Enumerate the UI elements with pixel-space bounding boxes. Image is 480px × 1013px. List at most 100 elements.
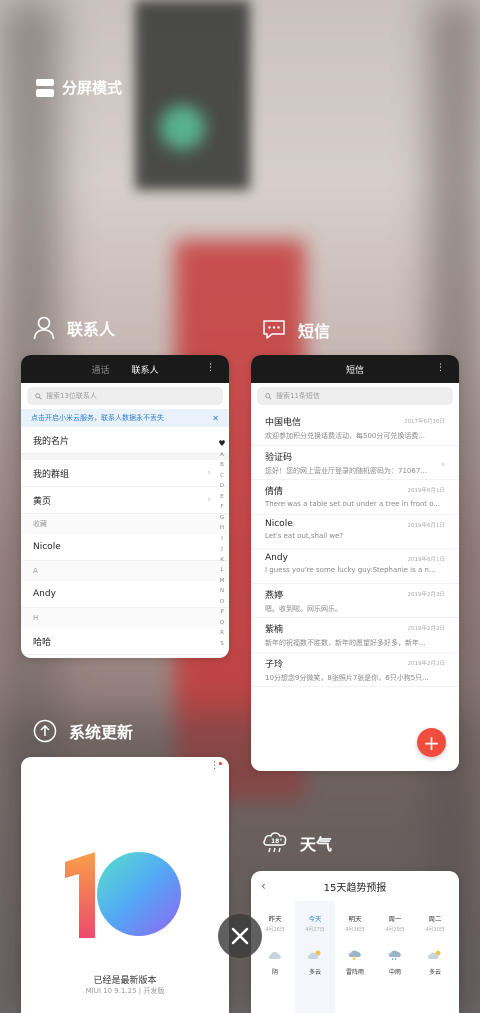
alpha-letter[interactable]: D [220,481,224,492]
alpha-letter[interactable]: I [221,534,223,545]
contact-name: 哈哈 [33,637,52,648]
message-snippet: There was a table set out under a tree i… [265,500,441,508]
weather-app-card[interactable]: ‹ 15天趋势预报 昨天 4月26日 阴 今天 4月27日 多云 明天 4月28… [251,871,459,1013]
chevron-right-icon: › [207,495,211,505]
sms-title: 短信 [345,365,364,376]
sms-app-name: 短信 [298,322,331,341]
message-date: 2019年6月1日 [407,522,446,529]
my-card-row[interactable]: 我的名片 [21,427,229,454]
contact-row[interactable]: 哈哈 [21,628,229,655]
cloud-icon [268,951,281,959]
cloud-banner-text: 点击开启小米云服务，联系人数据永不丢失 [31,414,164,422]
day-date: 4月28日 [345,927,365,933]
thunderstorm-icon [348,950,361,961]
alpha-letter[interactable]: E [220,492,223,503]
alpha-letter[interactable]: A [220,450,224,461]
contact-name: Nicole [33,542,61,552]
section-header-h: H [21,608,229,628]
message-snippet: 新年的祝福数不胜数，新年的愿望好多好多，新年... [265,639,426,647]
message-date: 2019年6月1日 [407,488,446,494]
message-thread[interactable]: 验证码 您好！您的网上营业厅登录的随机密码为：71067... › [251,446,459,480]
alpha-letter[interactable]: P [220,607,223,618]
message-thread[interactable]: 倩倩 There was a table set out under a tre… [251,480,459,515]
message-snippet: I guess you're some lucky guy:Stephanie … [265,566,436,574]
message-date: 2019年2月2日 [407,591,446,598]
alpha-letter[interactable]: C [220,471,224,482]
alpha-letter[interactable]: ♥ [218,439,225,450]
day-date: 4月30日 [425,927,445,933]
message-thread[interactable]: 燕婷 嗯。收到啦。网乐网乐。 2019年2月2日 [251,584,459,618]
day-name: 周一 [388,915,402,923]
contacts-app-header: 联系人 [33,316,115,340]
back-arrow-icon[interactable]: ‹ [261,879,266,893]
cloud-service-banner[interactable]: 点击开启小米云服务，联系人数据永不丢失 ✕ [21,409,229,427]
message-date: 2019年2月2日 [407,660,446,667]
alpha-letter[interactable]: O [220,597,224,608]
rain-icon [388,950,401,961]
day-name: 明天 [348,915,362,923]
cloud-rain-icon: 18° [263,832,287,853]
more-menu-icon[interactable]: ⋮ [210,761,219,771]
clear-all-button[interactable] [218,914,262,958]
contact-row[interactable]: Nicole [21,534,229,561]
forecast-day[interactable]: 明天 4月28日 雷阵雨 [335,901,375,1013]
forecast-day[interactable]: 昨天 4月26日 阴 [255,901,295,1013]
alpha-letter[interactable]: Q [220,618,224,629]
my-groups-row[interactable]: 我的群组 › [21,460,229,487]
more-menu-icon[interactable]: ⋮ [206,363,215,373]
contact-row[interactable]: Andy [21,581,229,608]
message-thread[interactable]: 子玲 10分想念9分微笑，8张照片7张是你，6只小狗5只... 2019年2月2… [251,653,459,687]
forecast-title-bar: ‹ 15天趋势预报 [251,871,459,901]
alpha-letter[interactable]: M [220,576,225,587]
day-condition: 雷阵雨 [345,969,364,976]
alpha-letter[interactable]: R [220,628,224,639]
day-name: 今天 [308,915,322,923]
forecast-day[interactable]: 今天 4月27日 多云 [295,901,335,1013]
alpha-letter[interactable]: B [220,460,224,471]
my-card-label: 我的名片 [33,436,70,447]
forecast-day[interactable]: 周一 4月29日 中雨 [375,901,415,1013]
new-message-button[interactable]: + [417,728,446,757]
message-thread[interactable]: 紫楠 新年的祝福数不胜数，新年的愿望好多好多，新年... 2019年2月2日 [251,618,459,653]
message-thread[interactable]: 中国电信 欢迎参加积分兑换话费活动，每500分可兑换话费... 2017年6月3… [251,411,459,446]
message-date: 2019年2月2日 [407,626,446,632]
message-thread[interactable]: Nicole Let's eat out,shall we? 2019年6月1日 [251,515,459,549]
forecast-title: 15天趋势预报 [323,882,387,894]
tab-calls[interactable]: 通话 [91,363,109,376]
updater-app-card[interactable]: ⋮ 已经是最新版本 MIUI 10 9.1.25 | 开发版 [21,757,229,1013]
alpha-letter[interactable]: S [220,639,224,650]
arrow-up-circle-icon [33,719,57,743]
split-screen-icon [36,78,54,97]
forecast-day[interactable]: 周二 4月30日 多云 [415,901,455,1013]
alpha-letter[interactable]: G [220,513,224,524]
update-status-text: 已经是最新版本 [93,976,157,986]
more-menu-icon[interactable]: ⋮ [436,363,445,373]
day-date: 4月27日 [305,927,325,933]
message-thread[interactable]: Andy I guess you're some lucky guy:Steph… [251,549,459,584]
alpha-letter[interactable]: N [220,586,224,597]
message-snippet: 您好！您的网上营业厅登录的随机密码为：71067... [265,466,427,475]
contacts-app-card[interactable]: 通话 联系人 ⋮ 搜索13位联系人 点击开启小米云服务，联系人数据永不丢失 ✕ … [21,355,229,658]
alpha-letter[interactable]: J [221,544,223,555]
partly-cloudy-icon [307,950,321,959]
sms-app-card[interactable]: 短信 ⋮ 搜索11条短信 中国电信 欢迎参加积分兑换话费活动，每500分可兑换话… [251,355,459,771]
alpha-letter[interactable]: K [220,555,224,566]
chevron-right-icon: › [441,459,445,470]
close-icon[interactable]: ✕ [212,414,219,423]
weather-app-name: 天气 [300,835,333,854]
tab-contacts[interactable]: 联系人 [132,363,159,376]
yellow-pages-row[interactable]: 黄页 › [21,487,229,514]
alpha-letter[interactable]: F [220,502,223,513]
sms-app-header: 短信 [262,318,330,342]
updater-app-header: 系统更新 [33,719,133,743]
alpha-letter[interactable]: L [220,565,223,576]
alpha-letter[interactable]: H [220,523,224,534]
contact-name: Andy [33,589,56,599]
alphabet-index[interactable]: ♥ A B C D E F G H I J K L M N O P Q R S [218,439,226,649]
split-screen-button[interactable]: 分屏模式 [36,77,122,98]
search-icon [35,392,42,400]
sms-search-input[interactable]: 搜索11条短信 [257,387,453,405]
contacts-search-input[interactable]: 搜索13位联系人 [27,387,223,405]
close-icon [231,927,249,945]
day-condition: 阴 [271,969,278,976]
